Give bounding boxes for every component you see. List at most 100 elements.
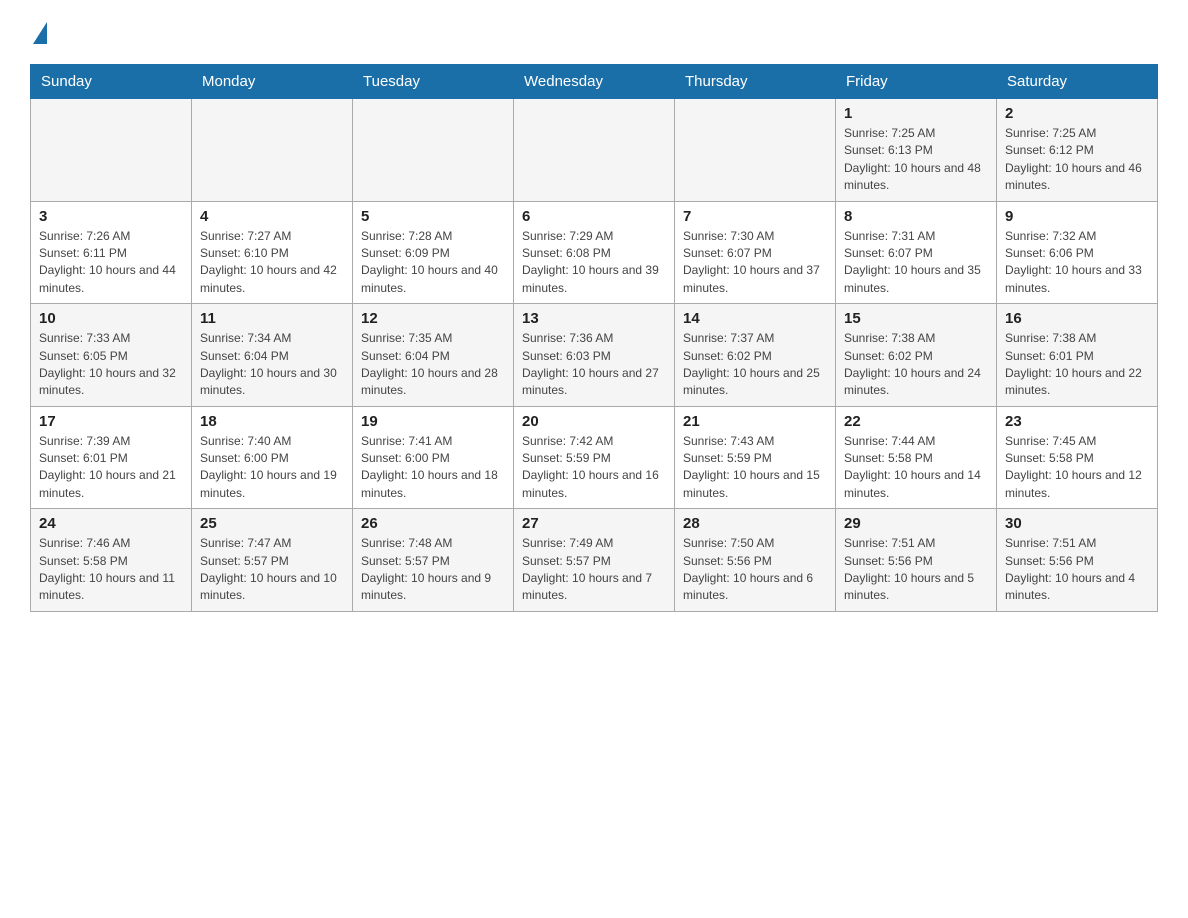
calendar-cell: 2 Sunrise: 7:25 AM Sunset: 6:12 PM Daylig… [997, 99, 1158, 202]
calendar-cell: 30Sunrise: 7:51 AM Sunset: 5:56 PM Dayli… [997, 509, 1158, 612]
calendar-header-row: SundayMondayTuesdayWednesdayThursdayFrid… [31, 65, 1158, 99]
weekday-header-saturday: Saturday [997, 65, 1158, 99]
day-info: Sunrise: 7:49 AM Sunset: 5:57 PM Dayligh… [522, 535, 666, 605]
calendar-week-row: 10Sunrise: 7:33 AM Sunset: 6:05 PM Dayli… [31, 304, 1158, 407]
logo [30, 20, 47, 44]
day-number: 15 [844, 310, 988, 327]
day-info: Sunrise: 7:41 AM Sunset: 6:00 PM Dayligh… [361, 433, 505, 503]
day-info: Sunrise: 7:29 AM Sunset: 6:08 PM Dayligh… [522, 228, 666, 298]
calendar-cell [675, 99, 836, 202]
calendar-cell: 13 Sunrise: 7:36 AM Sunset: 6:03 PM Dayli… [514, 304, 675, 407]
day-number: 16 [1005, 310, 1149, 327]
day-info: Sunrise: 7:43 AM Sunset: 5:59 PM Dayligh… [683, 433, 827, 503]
day-info: Sunrise: 7:27 AM Sunset: 6:10 PM Dayligh… [200, 228, 344, 298]
calendar-cell: 17Sunrise: 7:39 AM Sunset: 6:01 PM Dayli… [31, 406, 192, 509]
calendar-cell: 1 Sunrise: 7:25 AM Sunset: 6:13 PM Daylig… [836, 99, 997, 202]
day-info: Sunrise: 7:25 AM Sunset: 6:13 PM Dayligh… [844, 125, 988, 195]
calendar-week-row: 24 Sunrise: 7:46 AM Sunset: 5:58 PM Dayli… [31, 509, 1158, 612]
day-info: Sunrise: 7:35 AM Sunset: 6:04 PM Dayligh… [361, 330, 505, 400]
calendar-table: SundayMondayTuesdayWednesdayThursdayFrid… [30, 64, 1158, 612]
day-number: 6 [522, 208, 666, 225]
calendar-cell: 19 Sunrise: 7:41 AM Sunset: 6:00 PM Dayli… [353, 406, 514, 509]
day-info: Sunrise: 7:42 AM Sunset: 5:59 PM Dayligh… [522, 433, 666, 503]
day-info: Sunrise: 7:32 AM Sunset: 6:06 PM Dayligh… [1005, 228, 1149, 298]
day-number: 20 [522, 413, 666, 430]
day-info: Sunrise: 7:51 AM Sunset: 5:56 PM Dayligh… [1005, 535, 1149, 605]
day-info: Sunrise: 7:38 AM Sunset: 6:02 PM Dayligh… [844, 330, 988, 400]
calendar-cell: 26 Sunrise: 7:48 AM Sunset: 5:57 PM Dayli… [353, 509, 514, 612]
calendar-cell: 24 Sunrise: 7:46 AM Sunset: 5:58 PM Dayli… [31, 509, 192, 612]
day-info: Sunrise: 7:48 AM Sunset: 5:57 PM Dayligh… [361, 535, 505, 605]
calendar-cell: 22 Sunrise: 7:44 AM Sunset: 5:58 PM Dayli… [836, 406, 997, 509]
day-number: 3 [39, 208, 183, 225]
calendar-week-row: 3 Sunrise: 7:26 AM Sunset: 6:11 PM Daylig… [31, 201, 1158, 304]
calendar-cell [31, 99, 192, 202]
day-info: Sunrise: 7:40 AM Sunset: 6:00 PM Dayligh… [200, 433, 344, 503]
day-number: 26 [361, 515, 505, 532]
day-number: 21 [683, 413, 827, 430]
day-number: 5 [361, 208, 505, 225]
calendar-week-row: 1 Sunrise: 7:25 AM Sunset: 6:13 PM Daylig… [31, 99, 1158, 202]
weekday-header-monday: Monday [192, 65, 353, 99]
day-number: 18 [200, 413, 344, 430]
calendar-cell: 20 Sunrise: 7:42 AM Sunset: 5:59 PM Dayli… [514, 406, 675, 509]
weekday-header-wednesday: Wednesday [514, 65, 675, 99]
calendar-cell: 15 Sunrise: 7:38 AM Sunset: 6:02 PM Dayli… [836, 304, 997, 407]
day-number: 11 [200, 310, 344, 327]
day-number: 29 [844, 515, 988, 532]
calendar-cell: 7Sunrise: 7:30 AM Sunset: 6:07 PM Daylig… [675, 201, 836, 304]
day-number: 1 [844, 105, 988, 122]
calendar-cell: 18 Sunrise: 7:40 AM Sunset: 6:00 PM Dayli… [192, 406, 353, 509]
calendar-cell: 12 Sunrise: 7:35 AM Sunset: 6:04 PM Dayli… [353, 304, 514, 407]
calendar-cell: 27 Sunrise: 7:49 AM Sunset: 5:57 PM Dayli… [514, 509, 675, 612]
calendar-cell: 21 Sunrise: 7:43 AM Sunset: 5:59 PM Dayli… [675, 406, 836, 509]
calendar-cell [192, 99, 353, 202]
calendar-cell: 14 Sunrise: 7:37 AM Sunset: 6:02 PM Dayli… [675, 304, 836, 407]
day-info: Sunrise: 7:25 AM Sunset: 6:12 PM Dayligh… [1005, 125, 1149, 195]
calendar-cell: 29Sunrise: 7:51 AM Sunset: 5:56 PM Dayli… [836, 509, 997, 612]
day-info: Sunrise: 7:28 AM Sunset: 6:09 PM Dayligh… [361, 228, 505, 298]
day-info: Sunrise: 7:37 AM Sunset: 6:02 PM Dayligh… [683, 330, 827, 400]
day-number: 4 [200, 208, 344, 225]
calendar-cell: 3 Sunrise: 7:26 AM Sunset: 6:11 PM Daylig… [31, 201, 192, 304]
day-number: 24 [39, 515, 183, 532]
logo-triangle-icon [33, 22, 47, 44]
day-number: 19 [361, 413, 505, 430]
day-number: 25 [200, 515, 344, 532]
weekday-header-thursday: Thursday [675, 65, 836, 99]
calendar-cell: 9 Sunrise: 7:32 AM Sunset: 6:06 PM Daylig… [997, 201, 1158, 304]
day-info: Sunrise: 7:45 AM Sunset: 5:58 PM Dayligh… [1005, 433, 1149, 503]
day-number: 22 [844, 413, 988, 430]
calendar-cell: 8Sunrise: 7:31 AM Sunset: 6:07 PM Daylig… [836, 201, 997, 304]
page-header [30, 20, 1158, 44]
day-info: Sunrise: 7:38 AM Sunset: 6:01 PM Dayligh… [1005, 330, 1149, 400]
day-number: 12 [361, 310, 505, 327]
day-info: Sunrise: 7:26 AM Sunset: 6:11 PM Dayligh… [39, 228, 183, 298]
day-info: Sunrise: 7:31 AM Sunset: 6:07 PM Dayligh… [844, 228, 988, 298]
day-number: 23 [1005, 413, 1149, 430]
day-info: Sunrise: 7:46 AM Sunset: 5:58 PM Dayligh… [39, 535, 183, 605]
weekday-header-tuesday: Tuesday [353, 65, 514, 99]
weekday-header-sunday: Sunday [31, 65, 192, 99]
calendar-cell: 28 Sunrise: 7:50 AM Sunset: 5:56 PM Dayli… [675, 509, 836, 612]
calendar-cell [353, 99, 514, 202]
day-number: 14 [683, 310, 827, 327]
day-info: Sunrise: 7:39 AM Sunset: 6:01 PM Dayligh… [39, 433, 183, 503]
calendar-cell [514, 99, 675, 202]
day-number: 7 [683, 208, 827, 225]
day-number: 28 [683, 515, 827, 532]
day-number: 9 [1005, 208, 1149, 225]
day-number: 2 [1005, 105, 1149, 122]
day-number: 27 [522, 515, 666, 532]
calendar-cell: 25 Sunrise: 7:47 AM Sunset: 5:57 PM Dayli… [192, 509, 353, 612]
day-info: Sunrise: 7:47 AM Sunset: 5:57 PM Dayligh… [200, 535, 344, 605]
day-info: Sunrise: 7:34 AM Sunset: 6:04 PM Dayligh… [200, 330, 344, 400]
day-info: Sunrise: 7:44 AM Sunset: 5:58 PM Dayligh… [844, 433, 988, 503]
weekday-header-friday: Friday [836, 65, 997, 99]
day-info: Sunrise: 7:50 AM Sunset: 5:56 PM Dayligh… [683, 535, 827, 605]
calendar-cell: 16 Sunrise: 7:38 AM Sunset: 6:01 PM Dayli… [997, 304, 1158, 407]
calendar-cell: 10Sunrise: 7:33 AM Sunset: 6:05 PM Dayli… [31, 304, 192, 407]
day-info: Sunrise: 7:36 AM Sunset: 6:03 PM Dayligh… [522, 330, 666, 400]
calendar-cell: 6 Sunrise: 7:29 AM Sunset: 6:08 PM Daylig… [514, 201, 675, 304]
day-number: 13 [522, 310, 666, 327]
